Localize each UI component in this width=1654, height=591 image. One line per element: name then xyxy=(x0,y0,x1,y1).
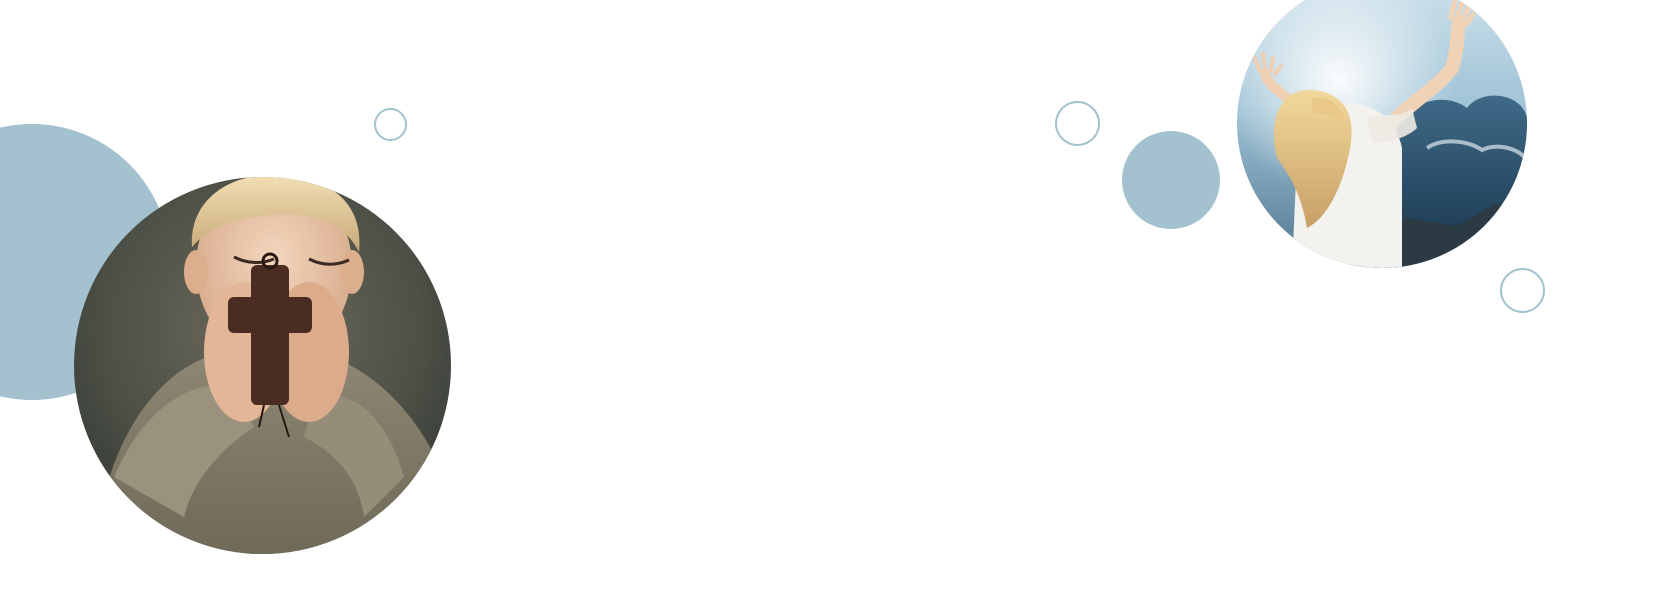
decorative-banner xyxy=(0,0,1654,591)
child-praying-photo xyxy=(74,177,451,554)
woman-raising-hands-photo xyxy=(1237,0,1527,268)
accent-disc-medium xyxy=(1122,131,1220,229)
accent-ring-medium xyxy=(1055,101,1100,146)
accent-ring-bottom-right xyxy=(1500,268,1545,313)
accent-ring-small xyxy=(374,108,407,141)
